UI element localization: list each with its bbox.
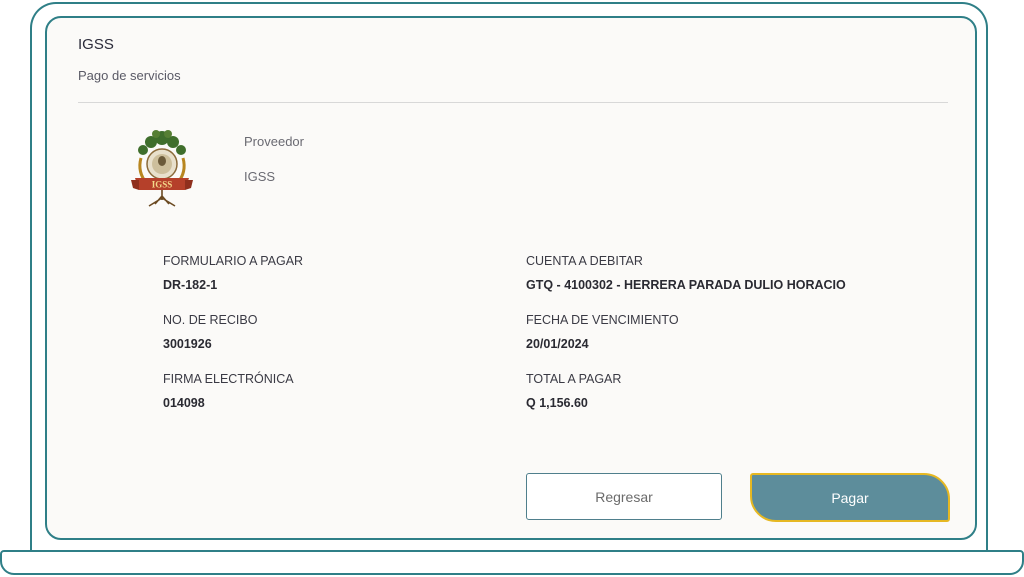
provider-value: IGSS xyxy=(244,169,276,184)
cuenta-value: GTQ - 4100302 - HERRERA PARADA DULIO HOR… xyxy=(526,278,846,292)
vencimiento-label: FECHA DE VENCIMIENTO xyxy=(526,313,679,327)
pay-button[interactable]: Pagar xyxy=(750,473,950,522)
formulario-value: DR-182-1 xyxy=(163,278,218,292)
firma-label: FIRMA ELECTRÓNICA xyxy=(163,372,294,386)
back-button[interactable]: Regresar xyxy=(526,473,722,520)
formulario-label: FORMULARIO A PAGAR xyxy=(163,254,304,268)
igss-logo-icon: IGSS xyxy=(131,130,193,207)
recibo-value: 3001926 xyxy=(163,337,212,351)
provider-label: Proveedor xyxy=(244,134,304,149)
laptop-base xyxy=(0,550,1024,575)
vencimiento-value: 20/01/2024 xyxy=(526,337,589,351)
payment-screen: IGSS Pago de servicios IGSS Proveedor IG… xyxy=(45,16,977,540)
cuenta-label: CUENTA A DEBITAR xyxy=(526,254,643,268)
recibo-label: NO. DE RECIBO xyxy=(163,313,258,327)
page-title: IGSS xyxy=(78,36,114,53)
firma-value: 014098 xyxy=(163,396,205,410)
page-subtitle: Pago de servicios xyxy=(78,68,181,83)
logo-text: IGSS xyxy=(152,180,173,190)
header-divider xyxy=(78,102,948,103)
total-label: TOTAL A PAGAR xyxy=(526,372,622,386)
total-value: Q 1,156.60 xyxy=(526,396,588,410)
